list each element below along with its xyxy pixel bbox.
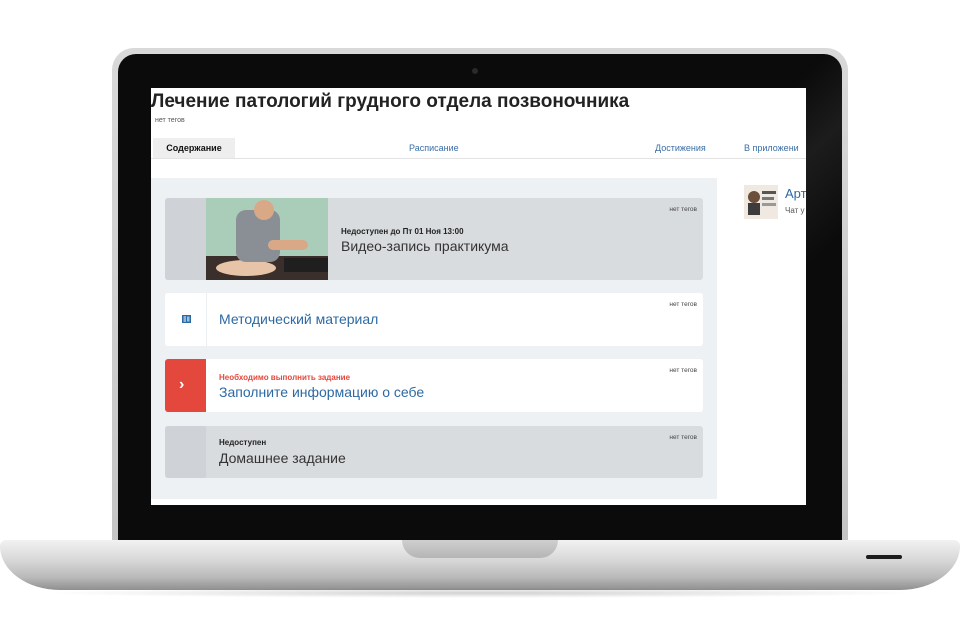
lesson-side — [165, 293, 207, 346]
lesson-side — [165, 426, 206, 478]
lesson-title: Видео-запись практикума — [341, 238, 509, 254]
document-icon — [182, 315, 191, 323]
laptop-port — [866, 555, 902, 559]
lesson-tags: нет тегов — [669, 434, 697, 441]
lesson-tags: нет тегов — [669, 206, 697, 213]
lesson-card-materials[interactable]: Методический материал нет тегов — [165, 293, 703, 346]
lesson-status: Недоступен — [219, 438, 267, 447]
lesson-tags: нет тегов — [669, 301, 697, 308]
lesson-status: Необходимо выполнить задание — [219, 373, 351, 382]
course-tags: нет тегов — [155, 117, 185, 124]
chat-title[interactable]: Арт — [785, 186, 806, 201]
lesson-tags: нет тегов — [669, 367, 697, 374]
chevron-right-icon: › — [179, 376, 185, 393]
lesson-card-homework[interactable]: Недоступен Домашнее задание нет тегов — [165, 426, 703, 478]
tab-achievements[interactable]: Достижения — [655, 138, 706, 158]
course-tabs: Содержание Расписание Достижения В прило… — [151, 138, 806, 159]
lesson-title: Заполните информацию о себе — [219, 384, 425, 400]
tab-in-app[interactable]: В приложени — [744, 138, 799, 158]
lesson-side: › — [165, 359, 206, 412]
lesson-status: Недоступен до Пт 01 Ноя 13:00 — [341, 227, 464, 236]
laptop-shadow — [40, 588, 920, 598]
lesson-title: Домашнее задание — [219, 450, 346, 466]
tab-schedule[interactable]: Расписание — [409, 138, 459, 158]
chat-subtitle: Чат у — [785, 206, 805, 215]
webcam-icon — [472, 68, 478, 74]
lessons-panel: Недоступен до Пт 01 Ноя 13:00 Видео-запи… — [151, 178, 717, 499]
tab-content[interactable]: Содержание — [153, 138, 235, 158]
chat-avatar[interactable] — [744, 185, 778, 219]
lesson-title: Методический материал — [219, 311, 379, 327]
course-page: Лечение патологий грудного отдела позвон… — [151, 88, 806, 505]
lesson-thumbnail — [206, 198, 328, 280]
lesson-side — [165, 198, 206, 280]
page-title: Лечение патологий грудного отдела позвон… — [151, 91, 630, 112]
laptop-notch — [402, 540, 558, 558]
lesson-card-profile[interactable]: › Необходимо выполнить задание Заполните… — [165, 359, 703, 412]
lesson-card-video[interactable]: Недоступен до Пт 01 Ноя 13:00 Видео-запи… — [165, 198, 703, 280]
